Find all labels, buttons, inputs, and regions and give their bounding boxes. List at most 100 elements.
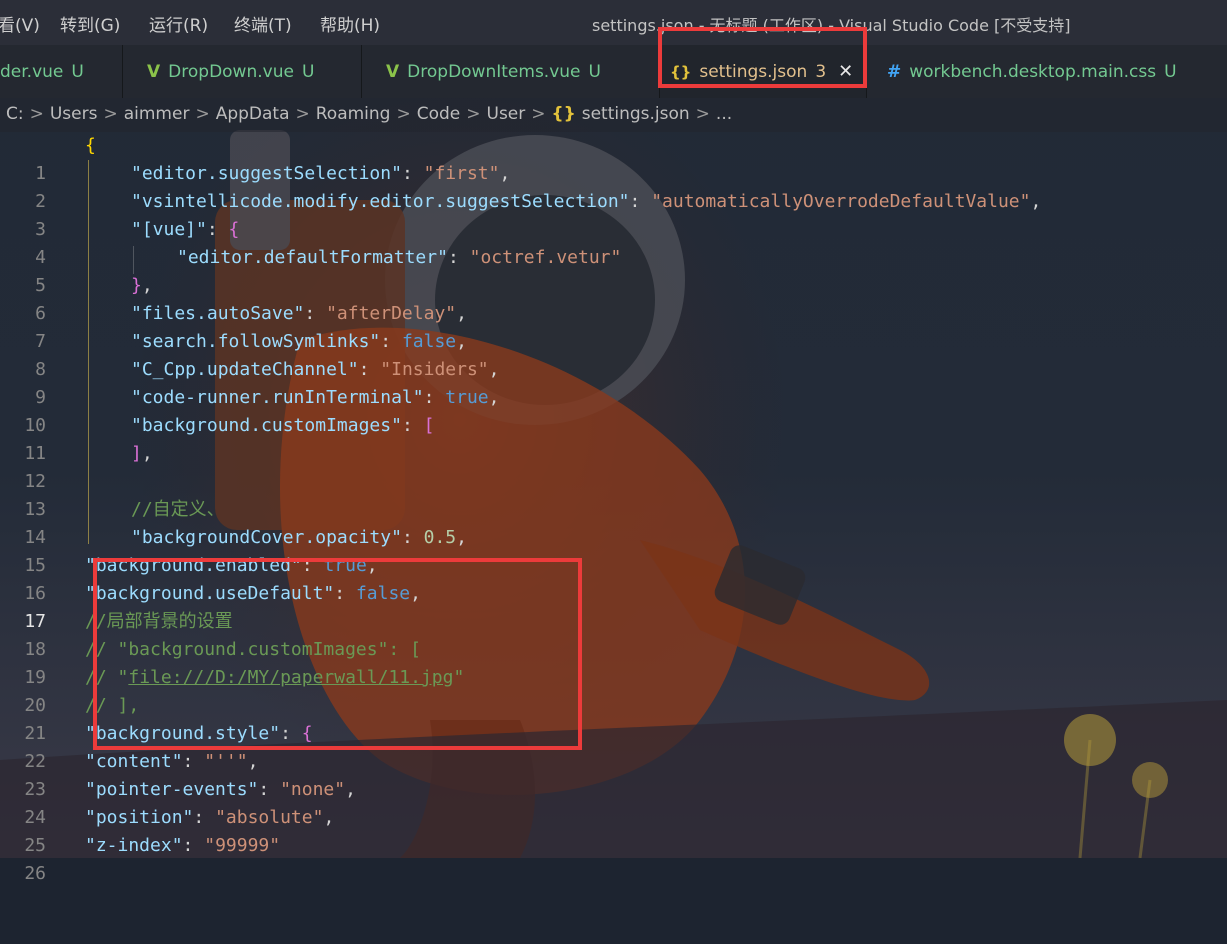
tab-bar: der.vue U V DropDown.vue U V DropDownIte… <box>0 45 1227 98</box>
json-value: false <box>401 331 457 352</box>
tab-label: der.vue <box>0 61 64 82</box>
colon: : <box>358 359 381 380</box>
comment: //自定义、 <box>131 499 225 520</box>
breadcrumb-symbols[interactable]: ... <box>716 104 732 124</box>
breadcrumb-item[interactable]: AppData <box>216 104 290 124</box>
comma: , <box>456 331 467 352</box>
json-key: "search.followSymlinks" <box>131 331 381 352</box>
colon: : <box>629 191 652 212</box>
menu-terminal[interactable]: 终端(T) <box>234 11 292 36</box>
comma: , <box>141 275 153 296</box>
breadcrumb-file[interactable]: settings.json <box>582 104 690 124</box>
comma: , <box>247 751 259 772</box>
colon: : <box>447 247 470 268</box>
tab-dropdownitems-vue[interactable]: V DropDownItems.vue U <box>362 45 659 98</box>
json-key: "C_Cpp.updateChannel" <box>131 359 359 380</box>
vue-icon: V <box>386 61 400 82</box>
brace: { <box>85 135 96 156</box>
colon: : <box>258 779 281 800</box>
code-line: 8 "search.followSymlinks": false, <box>0 328 1227 380</box>
bracket: ] <box>131 443 142 464</box>
brace: { <box>228 219 240 240</box>
json-value: "automaticallyOverrodeDefaultValue" <box>651 191 1031 212</box>
code-line: 2 "editor.suggestSelection": "first", <box>0 160 1227 212</box>
colon: : <box>304 303 327 324</box>
breadcrumb-item[interactable]: User <box>487 104 526 124</box>
code-line: 15 "backgroundCover.opacity": 0.5, <box>0 524 1227 576</box>
untracked-badge: U <box>71 61 84 82</box>
code-line: 25 "position": "absolute", <box>0 804 1227 856</box>
chevron-right-icon: > <box>195 104 210 124</box>
json-key: "content" <box>85 751 183 772</box>
comma: , <box>1030 191 1042 212</box>
json-value: 0.5 <box>423 527 457 548</box>
vue-icon: V <box>147 61 161 82</box>
untracked-badge: U <box>1164 61 1177 82</box>
annotation-box-tab <box>658 27 867 88</box>
menu-go[interactable]: 转到(G) <box>60 11 120 36</box>
comma: , <box>488 387 500 408</box>
chevron-right-icon: > <box>531 104 546 124</box>
indent-guide <box>88 160 89 544</box>
menu-bar: 看(V) 转到(G) 运行(R) 终端(T) 帮助(H) settings.js… <box>0 0 1227 45</box>
comma: , <box>488 359 500 380</box>
json-key: "pointer-events" <box>85 779 259 800</box>
indent-guide <box>133 246 134 274</box>
chevron-right-icon: > <box>396 104 411 124</box>
tab-workbench-css[interactable]: # workbench.desktop.main.css U <box>867 45 1227 98</box>
json-key: "code-runner.runInTerminal" <box>131 387 424 408</box>
untracked-badge: U <box>301 61 315 82</box>
comma: , <box>456 303 467 324</box>
comma: , <box>323 807 335 828</box>
css-icon: # <box>887 61 902 82</box>
json-value: "octref.vetur" <box>469 247 622 268</box>
json-key: "position" <box>85 807 194 828</box>
colon: : <box>182 751 205 772</box>
breadcrumb-item[interactable]: Users <box>50 104 98 124</box>
breadcrumb: C: > Users > aimmer > AppData > Roaming … <box>0 98 1227 132</box>
code-line: 3 "vsintellicode.modify.editor.suggestSe… <box>0 188 1227 240</box>
bracket: [ <box>423 415 435 436</box>
chevron-right-icon: > <box>29 104 44 124</box>
tab-label: workbench.desktop.main.css <box>909 61 1157 82</box>
json-key: "backgroundCover.opacity" <box>131 527 402 548</box>
code-line: 14 //自定义、 <box>0 496 1227 548</box>
json-value: "first" <box>423 163 500 184</box>
comma: , <box>345 779 356 800</box>
tab-dropdown-vue[interactable]: V DropDown.vue U <box>123 45 361 98</box>
breadcrumb-item[interactable]: Code <box>417 104 461 124</box>
code-line: 9 "C_Cpp.updateChannel": "Insiders", <box>0 356 1227 408</box>
breadcrumb-item[interactable]: Roaming <box>316 104 391 124</box>
json-icon: {} <box>551 104 576 124</box>
code-line: 26 "z-index": "99999" <box>0 832 1227 884</box>
menu-view[interactable]: 看(V) <box>0 11 40 36</box>
colon: : <box>401 415 424 436</box>
colon: : <box>401 163 424 184</box>
json-key: "vsintellicode.modify.editor.suggestSele… <box>131 191 630 212</box>
brace: } <box>131 275 142 296</box>
json-key: "background.customImages" <box>131 415 402 436</box>
json-value: "afterDelay" <box>326 303 457 324</box>
untracked-badge: U <box>588 61 601 82</box>
menu-help[interactable]: 帮助(H) <box>320 11 380 36</box>
tab-label: DropDown.vue <box>168 61 294 82</box>
code-line: 23 "content": "''", <box>0 748 1227 800</box>
chevron-right-icon: > <box>103 104 118 124</box>
breadcrumb-item[interactable]: C: <box>6 104 24 124</box>
comma: , <box>499 163 511 184</box>
code-line: 4 "[vue]": { <box>0 216 1227 268</box>
colon: : <box>206 219 229 240</box>
breadcrumb-item[interactable]: aimmer <box>124 104 190 124</box>
comma: , <box>456 527 467 548</box>
colon: : <box>380 331 402 352</box>
tab-der-vue[interactable]: der.vue U <box>0 45 122 98</box>
code-line: 24 "pointer-events": "none", <box>0 776 1227 828</box>
colon: : <box>193 807 216 828</box>
json-value: "''" <box>204 751 248 772</box>
chevron-right-icon: > <box>295 104 310 124</box>
json-value: "99999" <box>204 835 281 856</box>
code-line: 13 <box>0 468 1227 520</box>
code-line: 1 { <box>0 132 1227 184</box>
annotation-box-code <box>93 558 582 750</box>
menu-run[interactable]: 运行(R) <box>149 11 208 36</box>
